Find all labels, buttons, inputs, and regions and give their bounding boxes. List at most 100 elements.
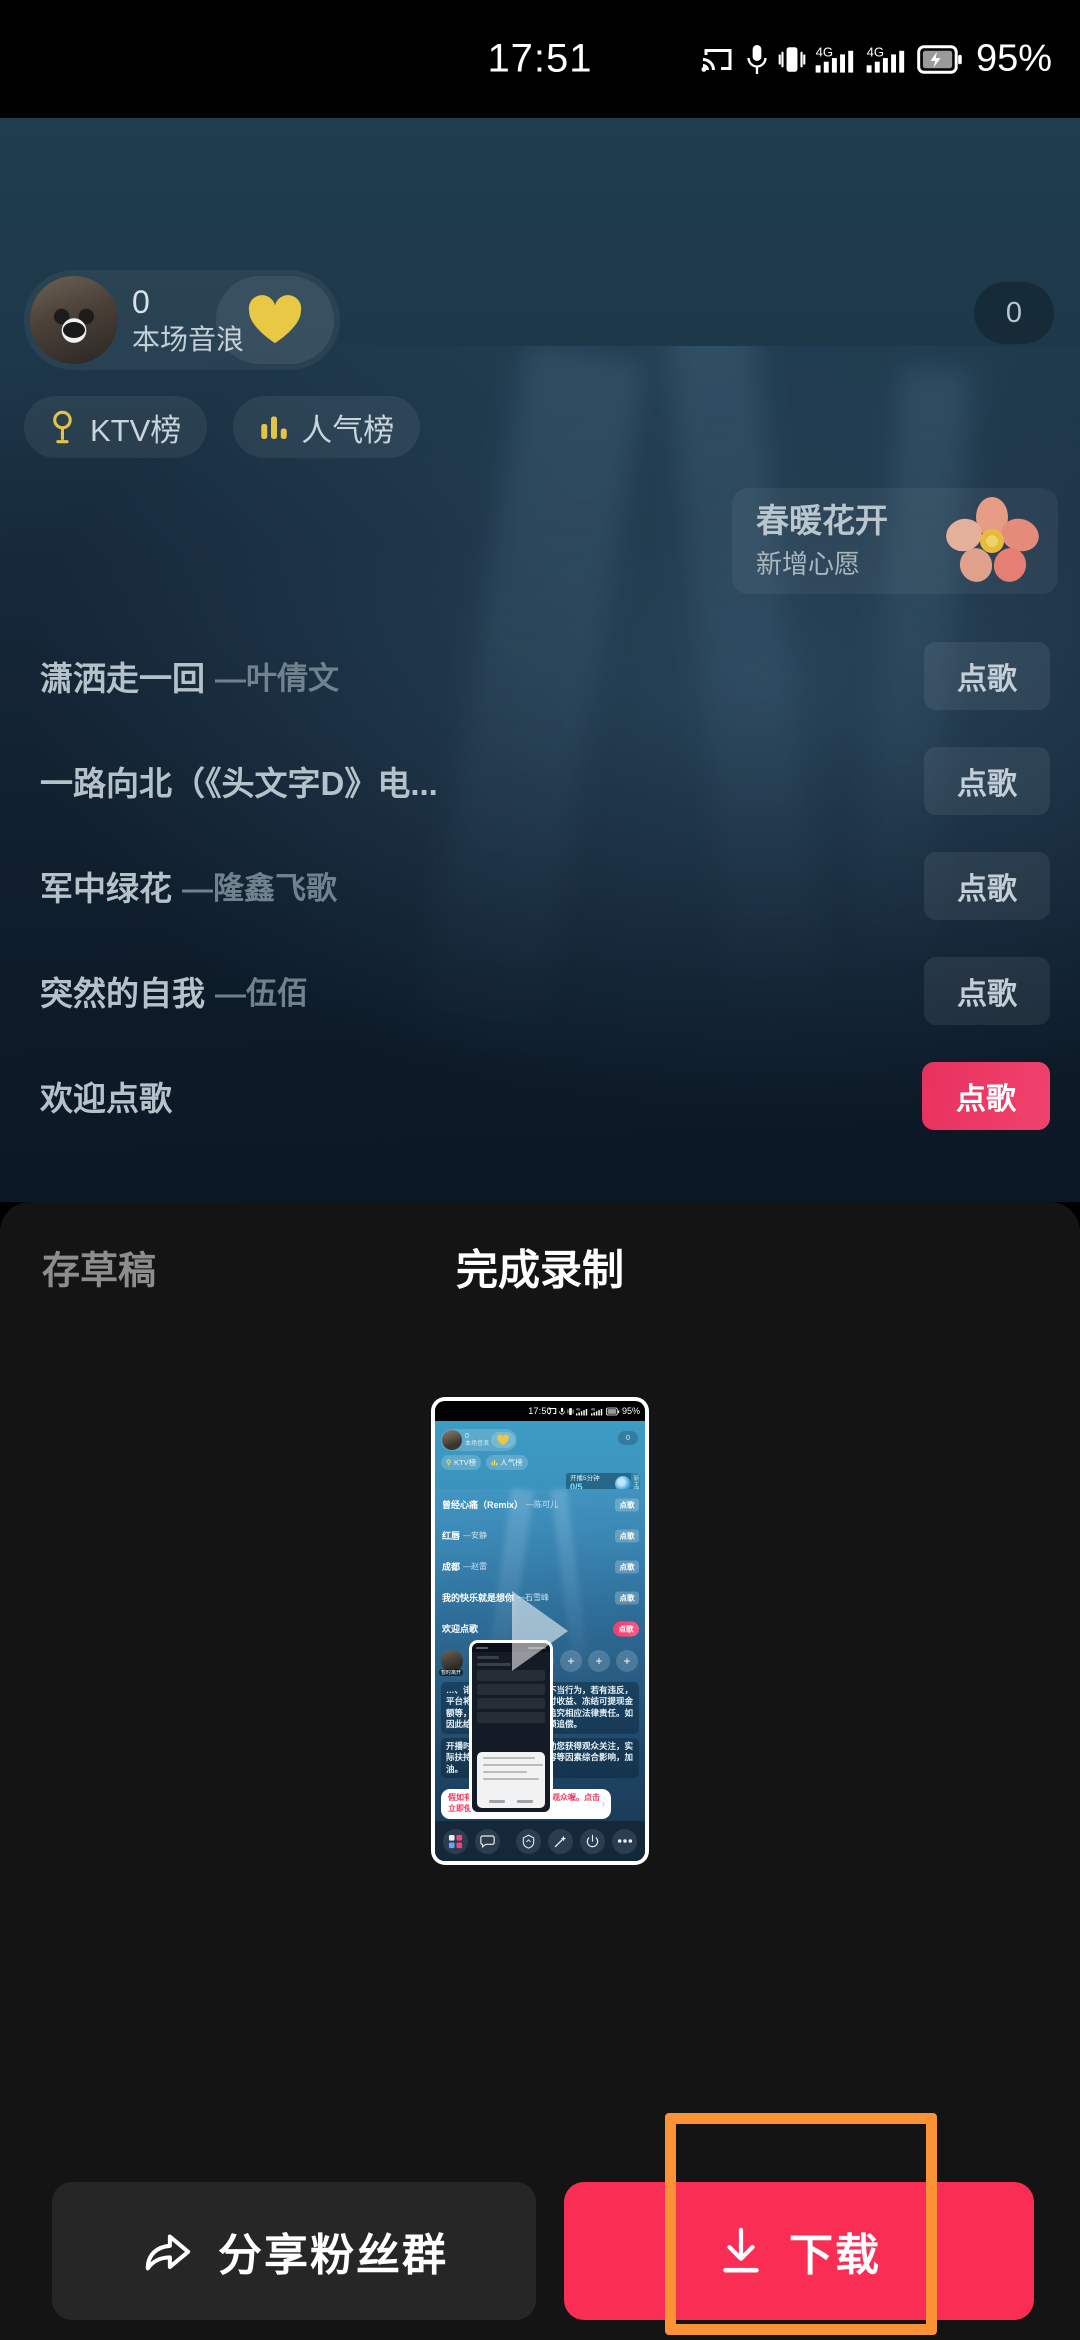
phone-screen: 17:51 4G: [0, 0, 1080, 2340]
preview-chip-ktv-rank: KTV榜: [441, 1455, 481, 1470]
share-fan-group-button[interactable]: 分享粉丝群: [52, 2182, 536, 2320]
bar-chart-icon: [259, 412, 289, 442]
wish-card-title: 春暖花开: [756, 501, 888, 541]
preview-host-avatar: [442, 1430, 462, 1450]
sheet-header: 存草稿 完成录制: [0, 1202, 1080, 1332]
preview-song-artist: —陈可儿: [526, 1499, 558, 1510]
preview-song-name: 成都: [442, 1560, 460, 1573]
chip-label: 人气榜: [301, 405, 394, 450]
sheet-actions: 分享粉丝群 下载: [0, 2144, 1080, 2340]
preview-sound-label: 本场音浪: [465, 1441, 489, 1447]
chip-ktv-rank[interactable]: KTV榜: [24, 396, 207, 458]
yellow-heart-icon: [244, 293, 306, 347]
preview-song-row: 曾经心痛（Remix） —陈可儿 点歌: [435, 1489, 645, 1520]
preview-song-name: 曾经心痛（Remix）: [442, 1498, 523, 1511]
preview-seat-avatar: 暂时离开: [441, 1650, 463, 1672]
share-label: 分享粉丝群: [218, 2219, 448, 2283]
preview-battery: 95%: [622, 1406, 640, 1416]
chip-popularity-rank[interactable]: 人气榜: [233, 396, 420, 458]
video-preview-card[interactable]: 17:50 4G 4G 95% 0: [431, 1397, 649, 1865]
video-preview[interactable]: 17:50 4G 4G 95% 0: [435, 1401, 645, 1861]
chat-icon: [475, 1829, 500, 1854]
status-bar-icons: 4G 4G 95%: [700, 38, 1052, 81]
song-request-button[interactable]: 点歌: [924, 642, 1050, 710]
song-request-button[interactable]: 点歌: [924, 747, 1050, 815]
preview-song-row: 成都 —赵雷 点歌: [435, 1551, 645, 1582]
cast-icon: [548, 1407, 557, 1415]
preview-status-bar: 17:50 4G 4G 95%: [435, 1401, 645, 1421]
song-row[interactable]: 突然的自我 —伍佰 点歌: [0, 938, 1080, 1043]
pip-row: [477, 1712, 545, 1723]
preview-chip-label: 人气榜: [500, 1457, 523, 1468]
pip-dialog-buttons: [483, 1800, 539, 1803]
more-icon: [612, 1829, 637, 1854]
flower-icon: [944, 495, 1040, 587]
battery-percentage: 95%: [976, 38, 1052, 81]
wish-card-subtitle: 新增心愿: [756, 544, 888, 581]
preview-song-button: 点歌: [615, 1591, 639, 1604]
microphone-icon: [559, 1407, 565, 1416]
power-icon: [580, 1829, 605, 1854]
song-artist: —伍佰: [215, 968, 308, 1013]
play-icon[interactable]: [512, 1591, 568, 1671]
preview-song-name: 欢迎点歌: [442, 1622, 478, 1635]
preview-song-name: 红唇: [442, 1529, 460, 1542]
preview-song-row: 红唇 —安静 点歌: [435, 1520, 645, 1551]
preview-bottom-toolbar: [435, 1821, 645, 1861]
song-name: 一路向北（《头文字D》电...: [40, 757, 438, 805]
song-request-button[interactable]: 点歌: [924, 957, 1050, 1025]
song-row[interactable]: 潇洒走一回 —叶倩文 点歌: [0, 623, 1080, 728]
song-request-button-primary[interactable]: 点歌: [922, 1062, 1050, 1130]
grid-icon: [443, 1829, 468, 1854]
song-request-button[interactable]: 点歌: [924, 852, 1050, 920]
status-bar: 17:51 4G: [0, 0, 1080, 118]
song-name: 军中绿花: [40, 862, 172, 910]
song-row[interactable]: 欢迎点歌 点歌: [0, 1043, 1080, 1148]
bar-chart-icon: [491, 1459, 498, 1466]
follow-heart-button[interactable]: [216, 276, 334, 364]
preview-song-button-primary: 点歌: [613, 1621, 639, 1636]
preview-chip-label: KTV榜: [454, 1457, 476, 1468]
song-name: 欢迎点歌: [40, 1072, 172, 1120]
preview-song-button: 点歌: [615, 1498, 639, 1511]
song-row[interactable]: 军中绿花 —隆鑫飞歌 点歌: [0, 833, 1080, 938]
pip-row: [477, 1670, 545, 1681]
song-row[interactable]: 一路向北（《头文字D》电... 点歌: [0, 728, 1080, 833]
preview-song-button: 点歌: [615, 1560, 639, 1573]
download-label: 下载: [789, 2219, 881, 2283]
viewer-count-pill[interactable]: 0: [974, 282, 1054, 344]
preview-song-name: 我的快乐就是想你: [442, 1591, 514, 1604]
wish-card[interactable]: 春暖花开 新增心愿: [732, 488, 1058, 594]
preview-live-body: 曾经心痛（Remix） —陈可儿 点歌 红唇 —安静 点歌 成都 —赵雷 点歌: [435, 1489, 645, 1861]
preview-host-pill: 0 本场音浪: [441, 1429, 517, 1451]
share-icon: [140, 2226, 194, 2276]
preview-status-icons: 4G 4G 95%: [548, 1406, 640, 1416]
host-info-pill[interactable]: 0 本场音浪: [24, 270, 340, 370]
sheet-title: 完成录制: [0, 1237, 1080, 1298]
preview-seat-add: +: [616, 1650, 638, 1672]
pip-dialog: [477, 1752, 545, 1808]
recording-complete-sheet: 存草稿 完成录制 17:50 4G 4G 95%: [0, 1202, 1080, 2340]
preview-song-artist: —赵雷: [463, 1561, 487, 1572]
microphone-icon: [745, 43, 769, 75]
rank-chips: KTV榜 人气榜: [24, 396, 420, 458]
magic-wand-icon: [548, 1829, 573, 1854]
preview-viewer-count: 0: [618, 1431, 638, 1445]
preview-seat-add: +: [588, 1650, 610, 1672]
mic-rank-icon: [50, 410, 78, 444]
song-artist: —叶倩文: [215, 653, 339, 698]
pip-line: [477, 1663, 511, 1666]
cast-icon: [700, 44, 736, 74]
preview-song-artist: —安静: [463, 1530, 487, 1541]
preview-rank-chips: KTV榜 人气榜: [441, 1455, 528, 1470]
download-button[interactable]: 下载: [564, 2182, 1034, 2320]
mic-rank-icon: [446, 1459, 452, 1467]
chevron-right-icon: ›: [602, 1797, 605, 1811]
preview-chip-popularity-rank: 人气榜: [486, 1455, 528, 1470]
signal-4g-icon: 4G: [866, 43, 908, 75]
host-avatar[interactable]: [30, 276, 118, 364]
download-icon: [717, 2226, 765, 2276]
shield-icon: [516, 1829, 541, 1854]
preview-host-meta: 0 本场音浪: [465, 1433, 489, 1447]
chip-label: KTV榜: [90, 405, 181, 450]
